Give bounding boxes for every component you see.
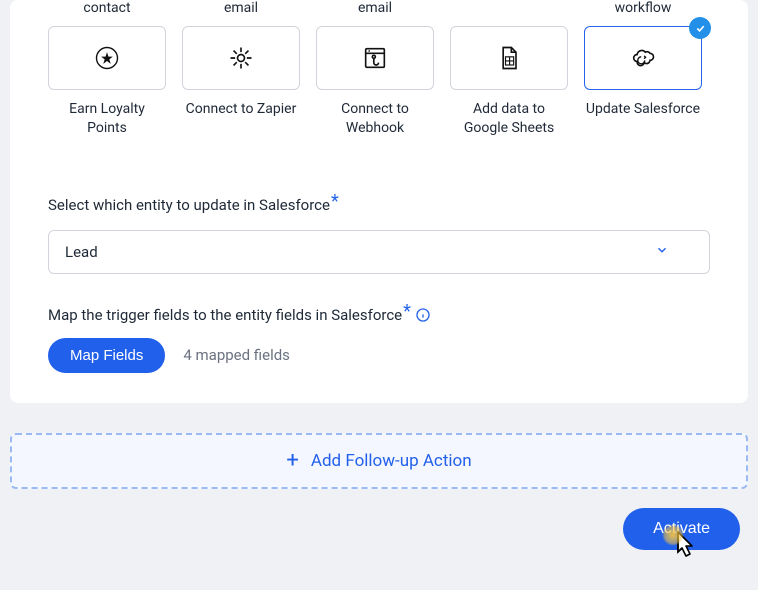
tile-label: Update Salesforce bbox=[584, 100, 702, 119]
tile-label: Connect to Webhook bbox=[316, 100, 434, 138]
prev-label: email bbox=[182, 0, 300, 16]
action-tile-salesforce[interactable]: Update Salesforce bbox=[584, 26, 702, 138]
tile-label: Add data to Google Sheets bbox=[450, 100, 568, 138]
entity-select-value: Lead bbox=[65, 243, 98, 261]
webhook-icon bbox=[361, 44, 389, 72]
entity-select-label: Select which entity to update in Salesfo… bbox=[48, 196, 710, 214]
prev-label: email bbox=[316, 0, 434, 16]
action-tile-webhook[interactable]: Connect to Webhook bbox=[316, 26, 434, 138]
configuration-panel: contact email email workflow Earn Loyalt… bbox=[10, 0, 748, 403]
sheets-icon bbox=[495, 44, 523, 72]
salesforce-icon bbox=[629, 44, 657, 72]
action-tile-earn-loyalty[interactable]: Earn Loyalty Points bbox=[48, 26, 166, 138]
previous-row-labels: contact email email workflow bbox=[48, 0, 710, 26]
followup-label: Add Follow-up Action bbox=[311, 451, 472, 471]
prev-label: contact bbox=[48, 0, 166, 16]
required-asterisk: * bbox=[403, 303, 411, 321]
prev-label bbox=[450, 0, 568, 16]
action-tile-grid: Earn Loyalty Points Connect to Zapier bbox=[48, 26, 710, 138]
selected-check-icon bbox=[689, 17, 711, 39]
activate-button[interactable]: Activate bbox=[623, 508, 740, 550]
required-asterisk: * bbox=[331, 193, 339, 211]
action-tile-zapier[interactable]: Connect to Zapier bbox=[182, 26, 300, 138]
entity-select[interactable]: Lead bbox=[48, 230, 710, 274]
star-icon bbox=[93, 44, 121, 72]
action-tile-google-sheets[interactable]: Add data to Google Sheets bbox=[450, 26, 568, 138]
add-followup-action-button[interactable]: + Add Follow-up Action bbox=[10, 433, 748, 489]
mapped-fields-count: 4 mapped fields bbox=[183, 346, 290, 364]
plus-icon: + bbox=[286, 448, 298, 473]
info-icon[interactable] bbox=[415, 307, 431, 323]
prev-label: workflow bbox=[584, 0, 702, 16]
chevron-down-icon bbox=[655, 243, 669, 261]
map-fields-button[interactable]: Map Fields bbox=[48, 338, 165, 373]
map-fields-label: Map the trigger fields to the entity fie… bbox=[48, 306, 710, 324]
tile-label: Earn Loyalty Points bbox=[48, 100, 166, 138]
zapier-icon bbox=[227, 44, 255, 72]
tile-label: Connect to Zapier bbox=[182, 100, 300, 119]
